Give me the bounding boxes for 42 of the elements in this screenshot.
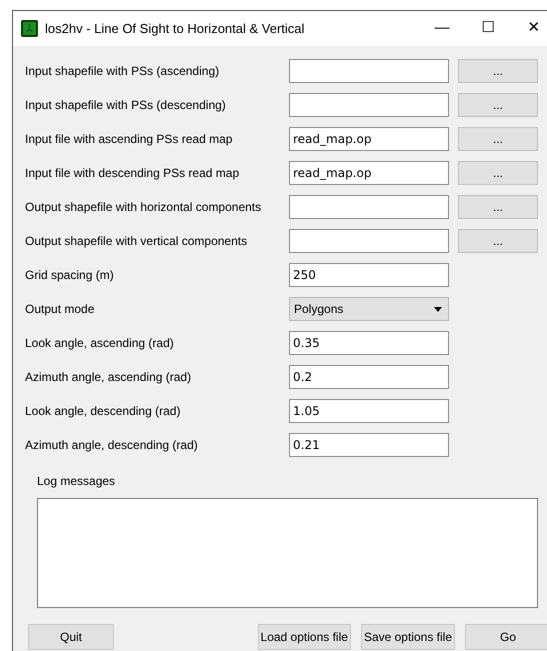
field-label: Look angle, descending (rad) bbox=[25, 403, 182, 420]
action-button[interactable]: Load options file bbox=[258, 624, 351, 650]
field-label: Input shapefile with PSs (ascending) bbox=[25, 63, 220, 80]
input-field[interactable]: 0.2 bbox=[289, 365, 449, 389]
field-label: Input file with descending PSs read map bbox=[25, 165, 240, 182]
browse-button[interactable]: ... bbox=[458, 161, 538, 185]
field-label: Input shapefile with PSs (descending) bbox=[25, 97, 227, 114]
input-field[interactable]: 0.21 bbox=[289, 433, 449, 457]
input-field[interactable]: read_map.op bbox=[289, 127, 449, 151]
browse-button[interactable]: ... bbox=[458, 195, 538, 219]
field-label: Grid spacing (m) bbox=[25, 267, 115, 284]
input-field[interactable] bbox=[289, 229, 449, 253]
app-icon bbox=[21, 20, 38, 37]
close-button[interactable]: ✕ bbox=[511, 11, 547, 46]
browse-button[interactable]: ... bbox=[458, 229, 538, 253]
input-field[interactable]: 250 bbox=[289, 263, 449, 287]
browse-button[interactable]: ... bbox=[458, 93, 538, 117]
input-field[interactable] bbox=[289, 59, 449, 83]
browse-button[interactable]: ... bbox=[458, 59, 538, 83]
field-label: Azimuth angle, ascending (rad) bbox=[25, 369, 192, 386]
action-button[interactable]: Quit bbox=[28, 624, 114, 650]
log-area[interactable] bbox=[37, 498, 538, 608]
input-field[interactable] bbox=[289, 93, 449, 117]
minimize-button[interactable]: — bbox=[419, 11, 465, 46]
field-label: Output shapefile with vertical components bbox=[25, 233, 248, 250]
field-label: Input file with ascending PSs read map bbox=[25, 131, 234, 148]
field-label: Output mode bbox=[25, 301, 96, 318]
field-label: Look angle, ascending (rad) bbox=[25, 335, 175, 352]
field-label: Azimuth angle, descending (rad) bbox=[25, 437, 199, 454]
maximize-button[interactable]: ☐ bbox=[465, 11, 511, 46]
input-field[interactable]: read_map.op bbox=[289, 161, 449, 185]
input-field[interactable]: 1.05 bbox=[289, 399, 449, 423]
caret-icon bbox=[434, 306, 442, 312]
action-button[interactable]: Go bbox=[465, 624, 547, 650]
action-button[interactable]: Save options file bbox=[360, 624, 455, 650]
input-field[interactable]: 0.35 bbox=[289, 331, 449, 355]
window-title: los2hv - Line Of Sight to Horizontal & Vertical bbox=[45, 20, 306, 38]
dropdown[interactable]: Polygons bbox=[289, 297, 449, 321]
field-label: Output shapefile with horizontal components bbox=[25, 199, 262, 216]
input-field[interactable] bbox=[289, 195, 449, 219]
browse-button[interactable]: ... bbox=[458, 127, 538, 151]
log-label: Log messages bbox=[36, 473, 116, 490]
